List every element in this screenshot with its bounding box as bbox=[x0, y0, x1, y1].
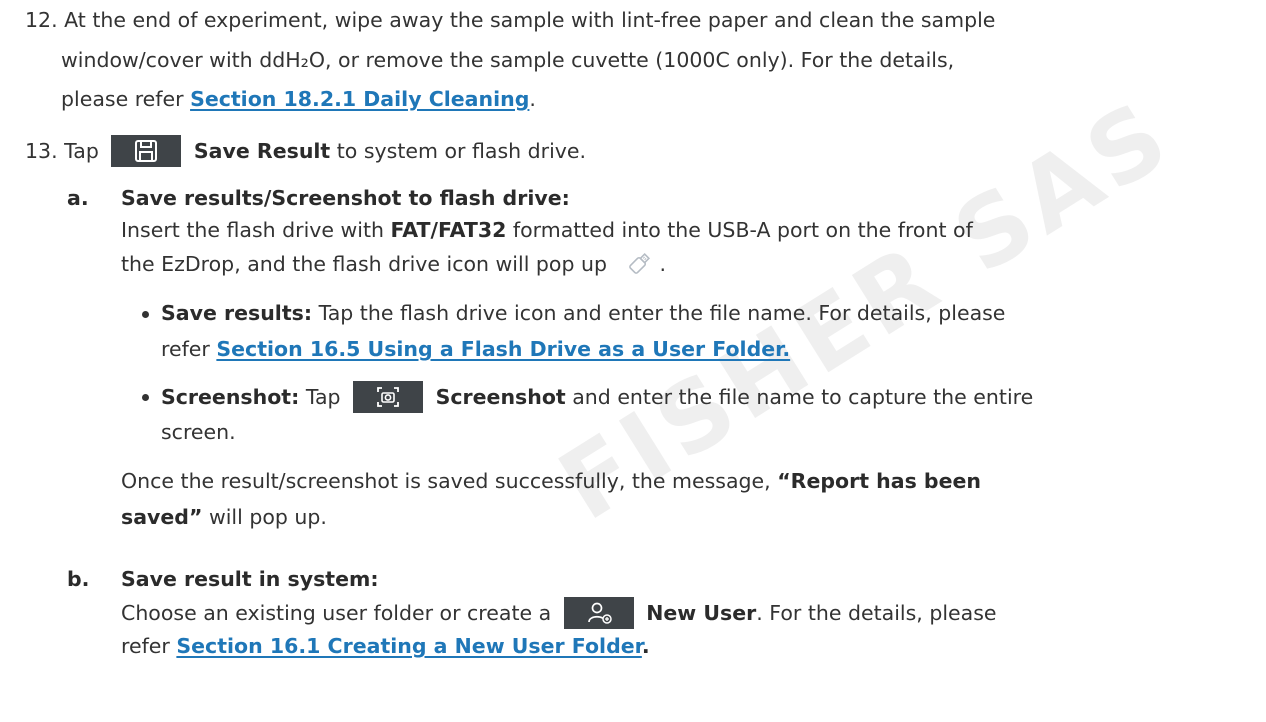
sub-b-letter: b. bbox=[67, 567, 90, 591]
once-line-1: Once the result/screenshot is saved succ… bbox=[121, 466, 981, 496]
bullet-dot bbox=[142, 394, 149, 401]
new-user-label: New User bbox=[646, 601, 757, 625]
item-13-tap: Tap bbox=[64, 139, 99, 163]
once-message-end: saved” bbox=[121, 505, 203, 529]
item-12-text-2: window/cover with ddH₂O, or remove the s… bbox=[61, 48, 955, 72]
sub-a-heading-line: a. bbox=[67, 183, 89, 213]
once-pre: Once the result/screenshot is saved succ… bbox=[121, 469, 778, 493]
sub-b-line-2: refer Section 16.1 Creating a New User F… bbox=[121, 631, 650, 661]
sub-a-heading: Save results/Screenshot to flash drive: bbox=[121, 186, 570, 210]
sub-a-l2: the EzDrop, and the flash drive icon wil… bbox=[121, 252, 608, 276]
link-section-18-2-1[interactable]: Section 18.2.1 Daily Cleaning bbox=[190, 87, 529, 111]
bullet-1-label: Save results: bbox=[161, 301, 313, 325]
sub-b-period: . bbox=[641, 634, 650, 658]
sub-a-l1-pre: Insert the flash drive with bbox=[121, 218, 391, 242]
sub-a-fat-label: FAT/FAT32 bbox=[390, 218, 507, 242]
sub-a-l2-end: . bbox=[659, 252, 667, 276]
item-12-line-3: please refer Section 18.2.1 Daily Cleani… bbox=[61, 84, 536, 114]
sub-a-l1-post: formatted into the USB-A port on the fro… bbox=[506, 218, 973, 242]
flash-drive-icon[interactable] bbox=[624, 249, 654, 279]
screenshot-button[interactable] bbox=[353, 381, 424, 413]
sub-a-letter: a. bbox=[67, 186, 89, 210]
item-13-line: 13. Tap Save Result to system or flash d… bbox=[25, 135, 586, 167]
bullet-2-label: Screenshot: bbox=[161, 385, 300, 409]
sub-a-line-1: Insert the flash drive with FAT/FAT32 fo… bbox=[121, 215, 973, 245]
item-13-number: 13. bbox=[25, 139, 58, 163]
sub-b-line-1: Choose an existing user folder or create… bbox=[121, 597, 997, 629]
bullet-2-tap: Tap bbox=[299, 385, 341, 409]
once-message: “Report has been bbox=[777, 469, 982, 493]
link-section-16-5[interactable]: Section 16.5 Using a Flash Drive as a Us… bbox=[216, 337, 790, 361]
floppy-disk-icon bbox=[135, 140, 158, 162]
bullet-screenshot: Screenshot: Tap Screenshot and enter the… bbox=[161, 381, 1033, 413]
sub-a-line-2: the EzDrop, and the flash drive icon wil… bbox=[121, 249, 666, 279]
bullet-screenshot-line-2: screen. bbox=[161, 420, 236, 444]
once-post: will pop up. bbox=[202, 505, 327, 529]
sub-b-heading: Save result in system: bbox=[121, 567, 379, 591]
sub-b-l1-pre: Choose an existing user folder or create… bbox=[121, 601, 552, 625]
save-result-button[interactable] bbox=[111, 135, 182, 167]
item-13-text: to system or flash drive. bbox=[330, 139, 587, 163]
new-user-button[interactable] bbox=[563, 597, 634, 629]
save-result-label: Save Result bbox=[193, 139, 331, 163]
item-12-period: . bbox=[529, 87, 536, 111]
bullet-1-refer: refer bbox=[161, 337, 217, 361]
sub-b-refer: refer bbox=[121, 634, 177, 658]
item-12-text-3: please refer bbox=[61, 87, 191, 111]
link-section-16-1[interactable]: Section 16.1 Creating a New User Folder bbox=[176, 634, 641, 658]
camera-icon bbox=[377, 387, 399, 407]
bullet-1-text: Tap the flash drive icon and enter the f… bbox=[312, 301, 1006, 325]
bullet-save-results-line-2: refer Section 16.5 Using a Flash Drive a… bbox=[161, 334, 790, 364]
item-12-line-2: window/cover with ddH₂O, or remove the s… bbox=[61, 45, 954, 75]
item-12-line-1: 12. At the end of experiment, wipe away … bbox=[25, 5, 995, 35]
once-line-2: saved” will pop up. bbox=[121, 502, 327, 532]
add-user-icon bbox=[587, 602, 612, 624]
bullet-save-results: Save results: Tap the flash drive icon a… bbox=[161, 298, 1005, 328]
item-12-text-1: At the end of experiment, wipe away the … bbox=[64, 8, 996, 32]
bullet-2-text: and enter the file name to capture the e… bbox=[565, 385, 1034, 409]
item-12-number: 12. bbox=[25, 8, 58, 32]
bullet-dot bbox=[142, 311, 149, 318]
sub-b-l1-post: . For the details, please bbox=[756, 601, 997, 625]
screenshot-label: Screenshot bbox=[435, 385, 566, 409]
